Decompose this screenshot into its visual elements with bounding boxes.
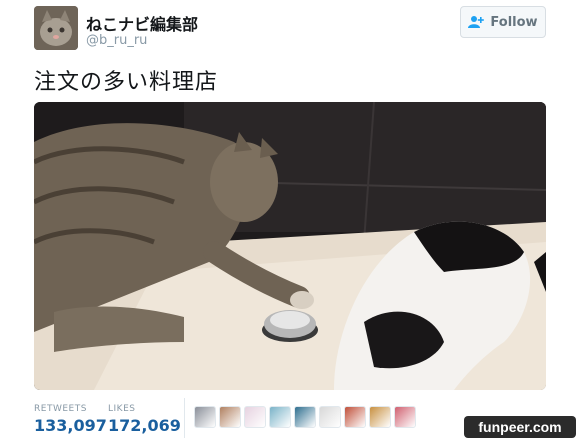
liker-avatar[interactable] (269, 406, 291, 428)
likes-label: LIKES (108, 404, 136, 414)
likers-avatars (194, 406, 416, 428)
watermark: funpeer.com (464, 416, 576, 438)
liker-avatar[interactable] (244, 406, 266, 428)
follow-button[interactable]: Follow (460, 6, 546, 38)
stats-divider (184, 398, 185, 438)
tweet-header: ねこナビ編集部 @b_ru_ru Follow (34, 6, 546, 52)
liker-avatar[interactable] (344, 406, 366, 428)
tweet-text: 注文の多い料理店 (34, 70, 219, 95)
tweet-media[interactable] (34, 102, 546, 390)
liker-avatar[interactable] (369, 406, 391, 428)
liker-avatar[interactable] (394, 406, 416, 428)
follow-label: Follow (490, 14, 538, 30)
liker-avatar[interactable] (294, 406, 316, 428)
cat-avatar-icon (34, 6, 78, 50)
add-user-icon (468, 16, 485, 28)
display-name[interactable]: ねこナビ編集部 (86, 11, 198, 35)
liker-avatar[interactable] (219, 406, 241, 428)
cats-photo (34, 102, 546, 390)
retweets-value: 133,097 (34, 416, 107, 435)
likes-value: 172,069 (108, 416, 181, 435)
likes-stat[interactable]: LIKES 172,069 (108, 404, 181, 435)
liker-avatar[interactable] (194, 406, 216, 428)
user-avatar[interactable] (34, 6, 78, 50)
retweets-stat[interactable]: RETWEETS 133,097 (34, 404, 107, 435)
screen-name[interactable]: @b_ru_ru (86, 33, 147, 48)
retweets-label: RETWEETS (34, 404, 87, 414)
liker-avatar[interactable] (319, 406, 341, 428)
